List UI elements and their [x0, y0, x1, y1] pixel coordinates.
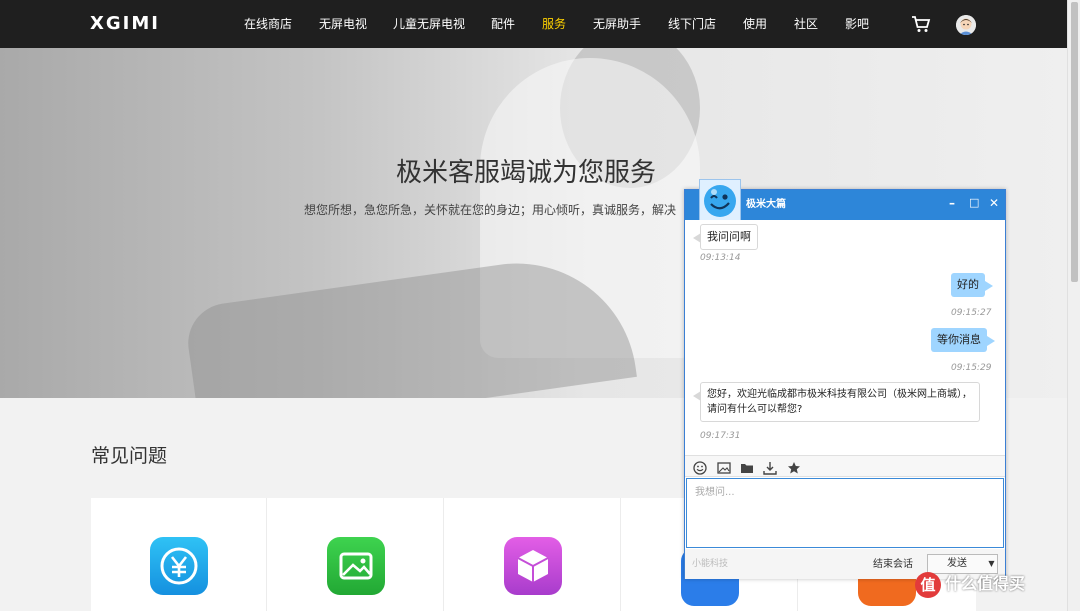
message-time: 09:13:14: [700, 253, 741, 263]
watermark-text: 什么值得买: [945, 574, 1026, 593]
message-time: 09:17:31: [700, 431, 741, 441]
bot-avatar-icon: [699, 179, 741, 221]
yuan-coin-icon: [150, 537, 208, 595]
faq-title: 常见问题: [91, 445, 168, 467]
message-bubble-received: 您好，欢迎光临成都市极米科技有限公司（极米网上商城），请问有什么可以帮您?: [693, 382, 980, 422]
nav-item-online-store[interactable]: 在线商店: [244, 16, 292, 32]
user-avatar-icon[interactable]: [956, 15, 976, 35]
message-bubble-received: 我问问啊: [693, 224, 758, 250]
nav-item-accessories[interactable]: 配件: [491, 16, 515, 32]
nav-item-cinema[interactable]: 影吧: [845, 16, 869, 32]
send-options-dropdown[interactable]: ▼: [986, 554, 998, 574]
chat-header[interactable]: 极米大篇 – □ ✕: [685, 179, 1005, 221]
download-icon[interactable]: [763, 460, 777, 475]
faq-card[interactable]: [445, 498, 621, 611]
nav-item-assistant[interactable]: 无屏助手: [593, 16, 641, 32]
image-icon[interactable]: [717, 460, 731, 474]
send-button[interactable]: 发送: [927, 554, 987, 574]
hero-subtitle: 想您所想，急您所急，关怀就在您的身边；用心倾听，真诚服务，解决: [304, 203, 677, 217]
message-input[interactable]: 我想问...: [686, 478, 1004, 548]
image-icon: [327, 537, 385, 595]
hero-title: 极米客服竭诚为您服务: [396, 158, 657, 188]
minimize-icon[interactable]: –: [949, 196, 955, 210]
smiley-icon[interactable]: [693, 460, 707, 475]
message-bubble-sent: 好的: [951, 273, 993, 297]
message-bubble-sent: 等你消息: [931, 328, 995, 352]
page: XGIMI 在线商店 无屏电视 儿童无屏电视 配件 服务 无屏助手 线下门店 使…: [0, 0, 1080, 611]
folder-icon[interactable]: [740, 460, 754, 474]
cart-icon[interactable]: [911, 15, 931, 33]
message-time: 09:15:27: [951, 308, 992, 318]
star-icon[interactable]: [787, 460, 801, 474]
maximize-icon[interactable]: □: [969, 196, 979, 210]
faq-card[interactable]: [268, 498, 444, 611]
message-input-placeholder: 我想问...: [695, 487, 735, 498]
brand-label: 小能科技: [692, 559, 729, 569]
close-icon[interactable]: ✕: [989, 196, 999, 210]
nav-item-service[interactable]: 服务: [542, 16, 566, 32]
message-list[interactable]: 我问问啊 09:13:14 好的 09:15:27 等你消息 09:15:29 …: [685, 220, 1005, 455]
faq-card[interactable]: [91, 498, 267, 611]
top-navigation: XGIMI 在线商店 无屏电视 儿童无屏电视 配件 服务 无屏助手 线下门店 使…: [0, 0, 1067, 48]
chat-window: 极米大篇 – □ ✕ 我问问啊 09:13:14 好的 09:15:27 等你消…: [684, 179, 1006, 579]
scrollbar-thumb[interactable]: [1071, 2, 1078, 282]
nav-item-community[interactable]: 社区: [794, 16, 818, 32]
chat-agent-name: 极米大篇: [746, 199, 786, 210]
page-scrollbar[interactable]: [1067, 0, 1080, 611]
end-session-button[interactable]: 结束会话: [873, 559, 913, 571]
nav-item-usage[interactable]: 使用: [743, 16, 767, 32]
box-icon: [504, 537, 562, 595]
nav-item-kids-tv[interactable]: 儿童无屏电视: [393, 16, 465, 32]
message-time: 09:15:29: [951, 363, 992, 373]
watermark-logo: 值: [915, 572, 941, 598]
chat-toolbar: [685, 455, 1005, 477]
xgimi-logo[interactable]: XGIMI: [90, 15, 160, 33]
nav-item-screenless-tv[interactable]: 无屏电视: [319, 16, 367, 32]
nav-item-stores[interactable]: 线下门店: [668, 16, 716, 32]
